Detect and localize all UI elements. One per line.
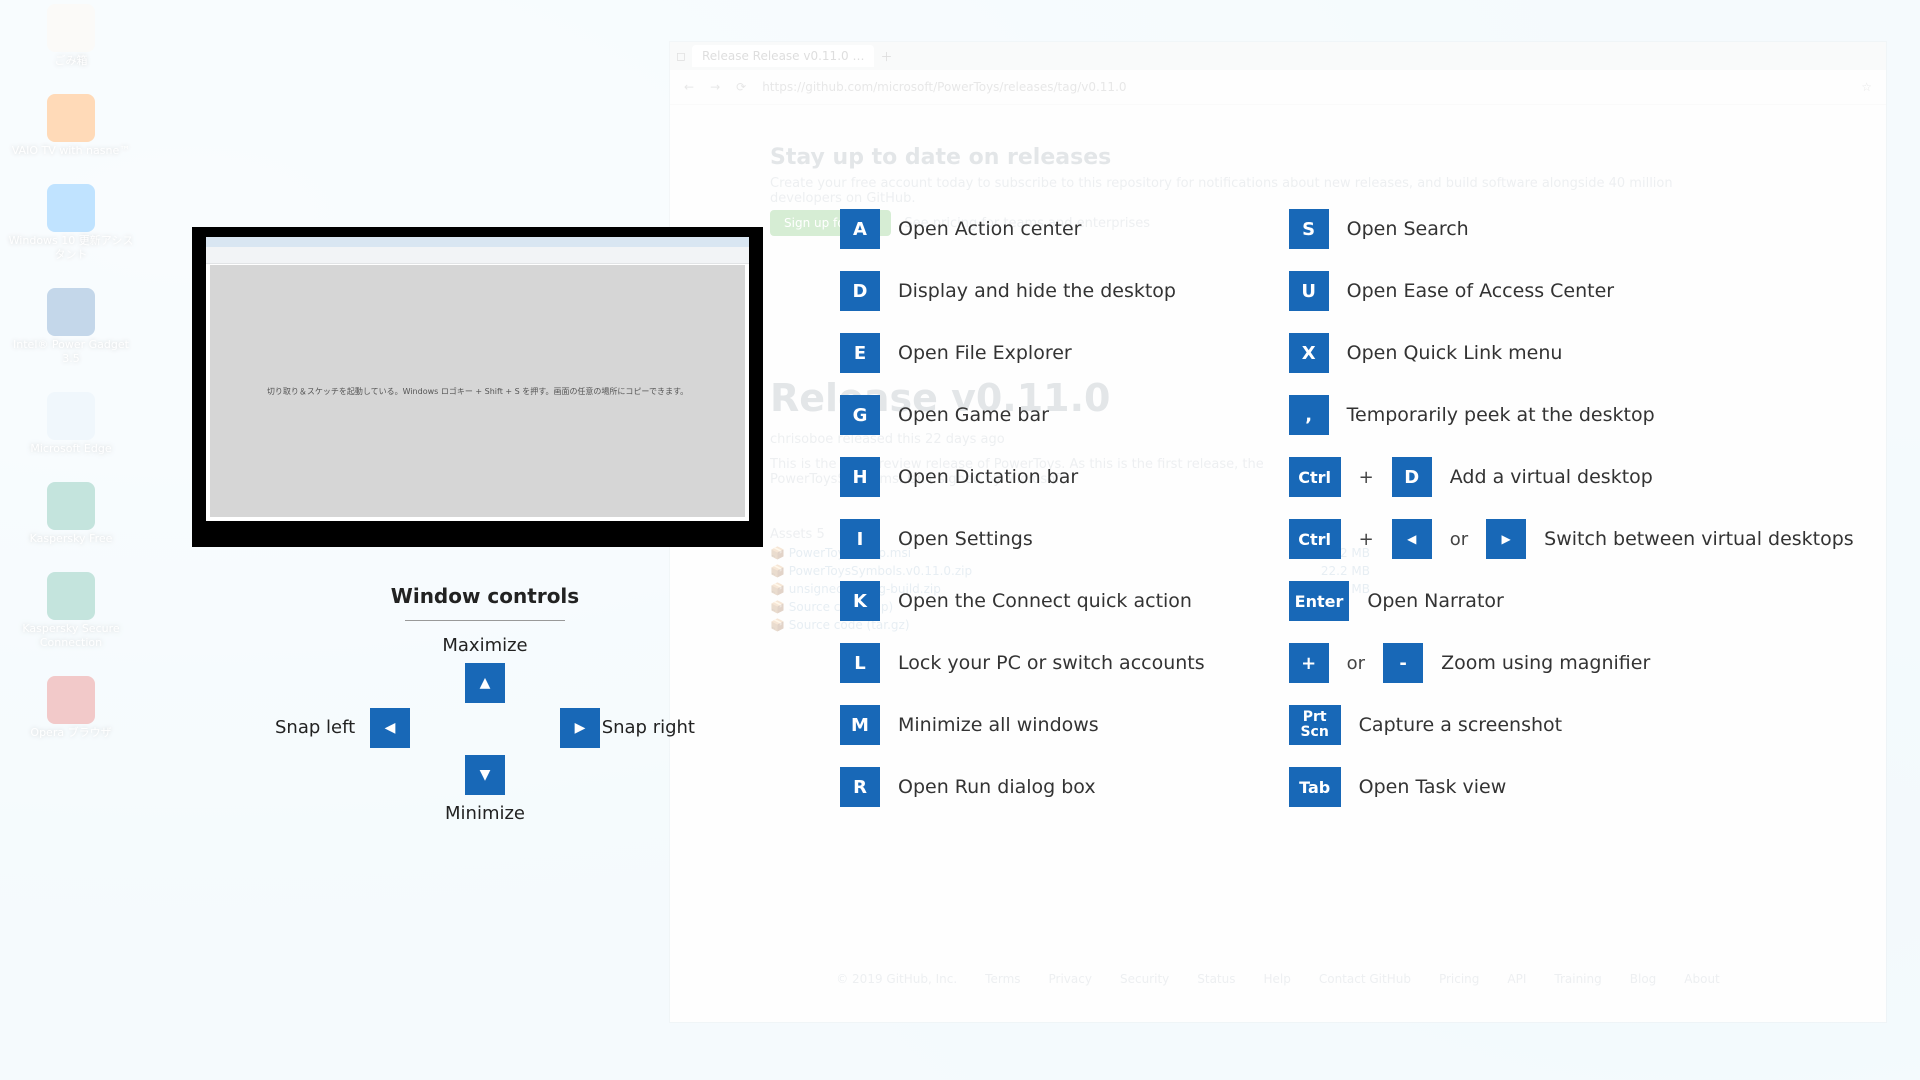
shortcut-description: Open Game bar xyxy=(898,404,1049,426)
keycap: - xyxy=(1383,643,1423,683)
keycap: M xyxy=(840,705,880,745)
shortcut-row: X Open Quick Link menu xyxy=(1289,333,1854,373)
maximize-label: Maximize xyxy=(442,635,527,656)
plus-text: + xyxy=(1359,529,1374,550)
shortcut-row: Tab Open Task view xyxy=(1289,767,1854,807)
keycap: PrtScn xyxy=(1289,705,1341,745)
shortcut-description: Minimize all windows xyxy=(898,714,1099,736)
shortcut-row: G Open Game bar xyxy=(840,395,1205,435)
arrow-right-icon[interactable]: ▶ xyxy=(560,708,600,748)
shortcut-row: , Temporarily peek at the desktop xyxy=(1289,395,1854,435)
plus-text: + xyxy=(1359,467,1374,488)
keycap: Ctrl xyxy=(1289,457,1341,497)
keycap: H xyxy=(840,457,880,497)
keycap: Enter xyxy=(1289,581,1350,621)
shortcut-row: PrtScn Capture a screenshot xyxy=(1289,705,1854,745)
shortcut-grid: A Open Action center D Display and hide the… xyxy=(840,209,1854,807)
shortcut-row: Ctrl + ◀ or ▶ Switch between virtual desktops xyxy=(1289,519,1854,559)
shortcut-description: Open the Connect quick action xyxy=(898,590,1192,612)
keycap: Tab xyxy=(1289,767,1341,807)
keycap: G xyxy=(840,395,880,435)
shortcut-description: Open File Explorer xyxy=(898,342,1072,364)
keycap: L xyxy=(840,643,880,683)
shortcut-description: Capture a screenshot xyxy=(1359,714,1562,736)
shortcut-row: E Open File Explorer xyxy=(840,333,1205,373)
keycap: ◀ xyxy=(1392,519,1432,559)
shortcut-description: Open Settings xyxy=(898,528,1033,550)
shortcut-description: Open Task view xyxy=(1359,776,1507,798)
shortcut-description: Switch between virtual desktops xyxy=(1544,528,1854,550)
window-controls-panel: Window controls Maximize ▲ Snap left ◀ ▶… xyxy=(275,584,695,855)
shortcut-row: I Open Settings xyxy=(840,519,1205,559)
snap-right-label: Snap right xyxy=(602,717,695,738)
arrow-left-icon[interactable]: ◀ xyxy=(370,708,410,748)
shortcut-row: M Minimize all windows xyxy=(840,705,1205,745)
keycap: S xyxy=(1289,209,1329,249)
shortcut-description: Open Ease of Access Center xyxy=(1347,280,1614,302)
keycap: I xyxy=(840,519,880,559)
or-text: or xyxy=(1450,529,1468,550)
thumbnail-body: 切り取り＆スケッチを起動している。Windows ロゴキー + Shift + … xyxy=(210,265,745,517)
shortcut-row: R Open Run dialog box xyxy=(840,767,1205,807)
keycap: U xyxy=(1289,271,1329,311)
shortcut-row: D Display and hide the desktop xyxy=(840,271,1205,311)
shortcut-row: L Lock your PC or switch accounts xyxy=(840,643,1205,683)
window-controls-title: Window controls xyxy=(275,584,695,635)
shortcut-description: Open Run dialog box xyxy=(898,776,1096,798)
shortcut-description: Lock your PC or switch accounts xyxy=(898,652,1205,674)
shortcut-row: H Open Dictation bar xyxy=(840,457,1205,497)
shortcut-description: Open Dictation bar xyxy=(898,466,1078,488)
shortcut-description: Add a virtual desktop xyxy=(1450,466,1653,488)
keycap: + xyxy=(1289,643,1329,683)
shortcut-description: Open Search xyxy=(1347,218,1469,240)
keycap: D xyxy=(1392,457,1432,497)
shortcut-row: + or-Zoom using magnifier xyxy=(1289,643,1854,683)
keycap: K xyxy=(840,581,880,621)
active-window-thumbnail: 切り取り＆スケッチを起動している。Windows ロゴキー + Shift + … xyxy=(192,227,763,547)
keycap: R xyxy=(840,767,880,807)
shortcut-row: Ctrl + D Add a virtual desktop xyxy=(1289,457,1854,497)
shortcut-description: Display and hide the desktop xyxy=(898,280,1176,302)
keycap: Ctrl xyxy=(1289,519,1341,559)
keycap: ▶ xyxy=(1486,519,1526,559)
shortcut-row: K Open the Connect quick action xyxy=(840,581,1205,621)
shortcut-row: A Open Action center xyxy=(840,209,1205,249)
arrow-up-icon[interactable]: ▲ xyxy=(465,663,505,703)
keycap: E xyxy=(840,333,880,373)
shortcut-description: Open Action center xyxy=(898,218,1081,240)
or-text: or xyxy=(1347,653,1365,674)
shortcut-description: Temporarily peek at the desktop xyxy=(1347,404,1655,426)
shortcut-row: U Open Ease of Access Center xyxy=(1289,271,1854,311)
shortcut-description: Zoom using magnifier xyxy=(1441,652,1650,674)
minimize-label: Minimize xyxy=(445,803,525,824)
snap-left-label: Snap left xyxy=(275,717,355,738)
arrow-down-icon[interactable]: ▼ xyxy=(465,755,505,795)
keycap: , xyxy=(1289,395,1329,435)
shortcut-description: Open Narrator xyxy=(1367,590,1503,612)
shortcut-row: S Open Search xyxy=(1289,209,1854,249)
keycap: X xyxy=(1289,333,1329,373)
keycap: D xyxy=(840,271,880,311)
shortcut-guide-overlay: 切り取り＆スケッチを起動している。Windows ロゴキー + Shift + … xyxy=(0,0,1920,1080)
shortcut-row: Enter Open Narrator xyxy=(1289,581,1854,621)
shortcut-description: Open Quick Link menu xyxy=(1347,342,1563,364)
keycap: A xyxy=(840,209,880,249)
